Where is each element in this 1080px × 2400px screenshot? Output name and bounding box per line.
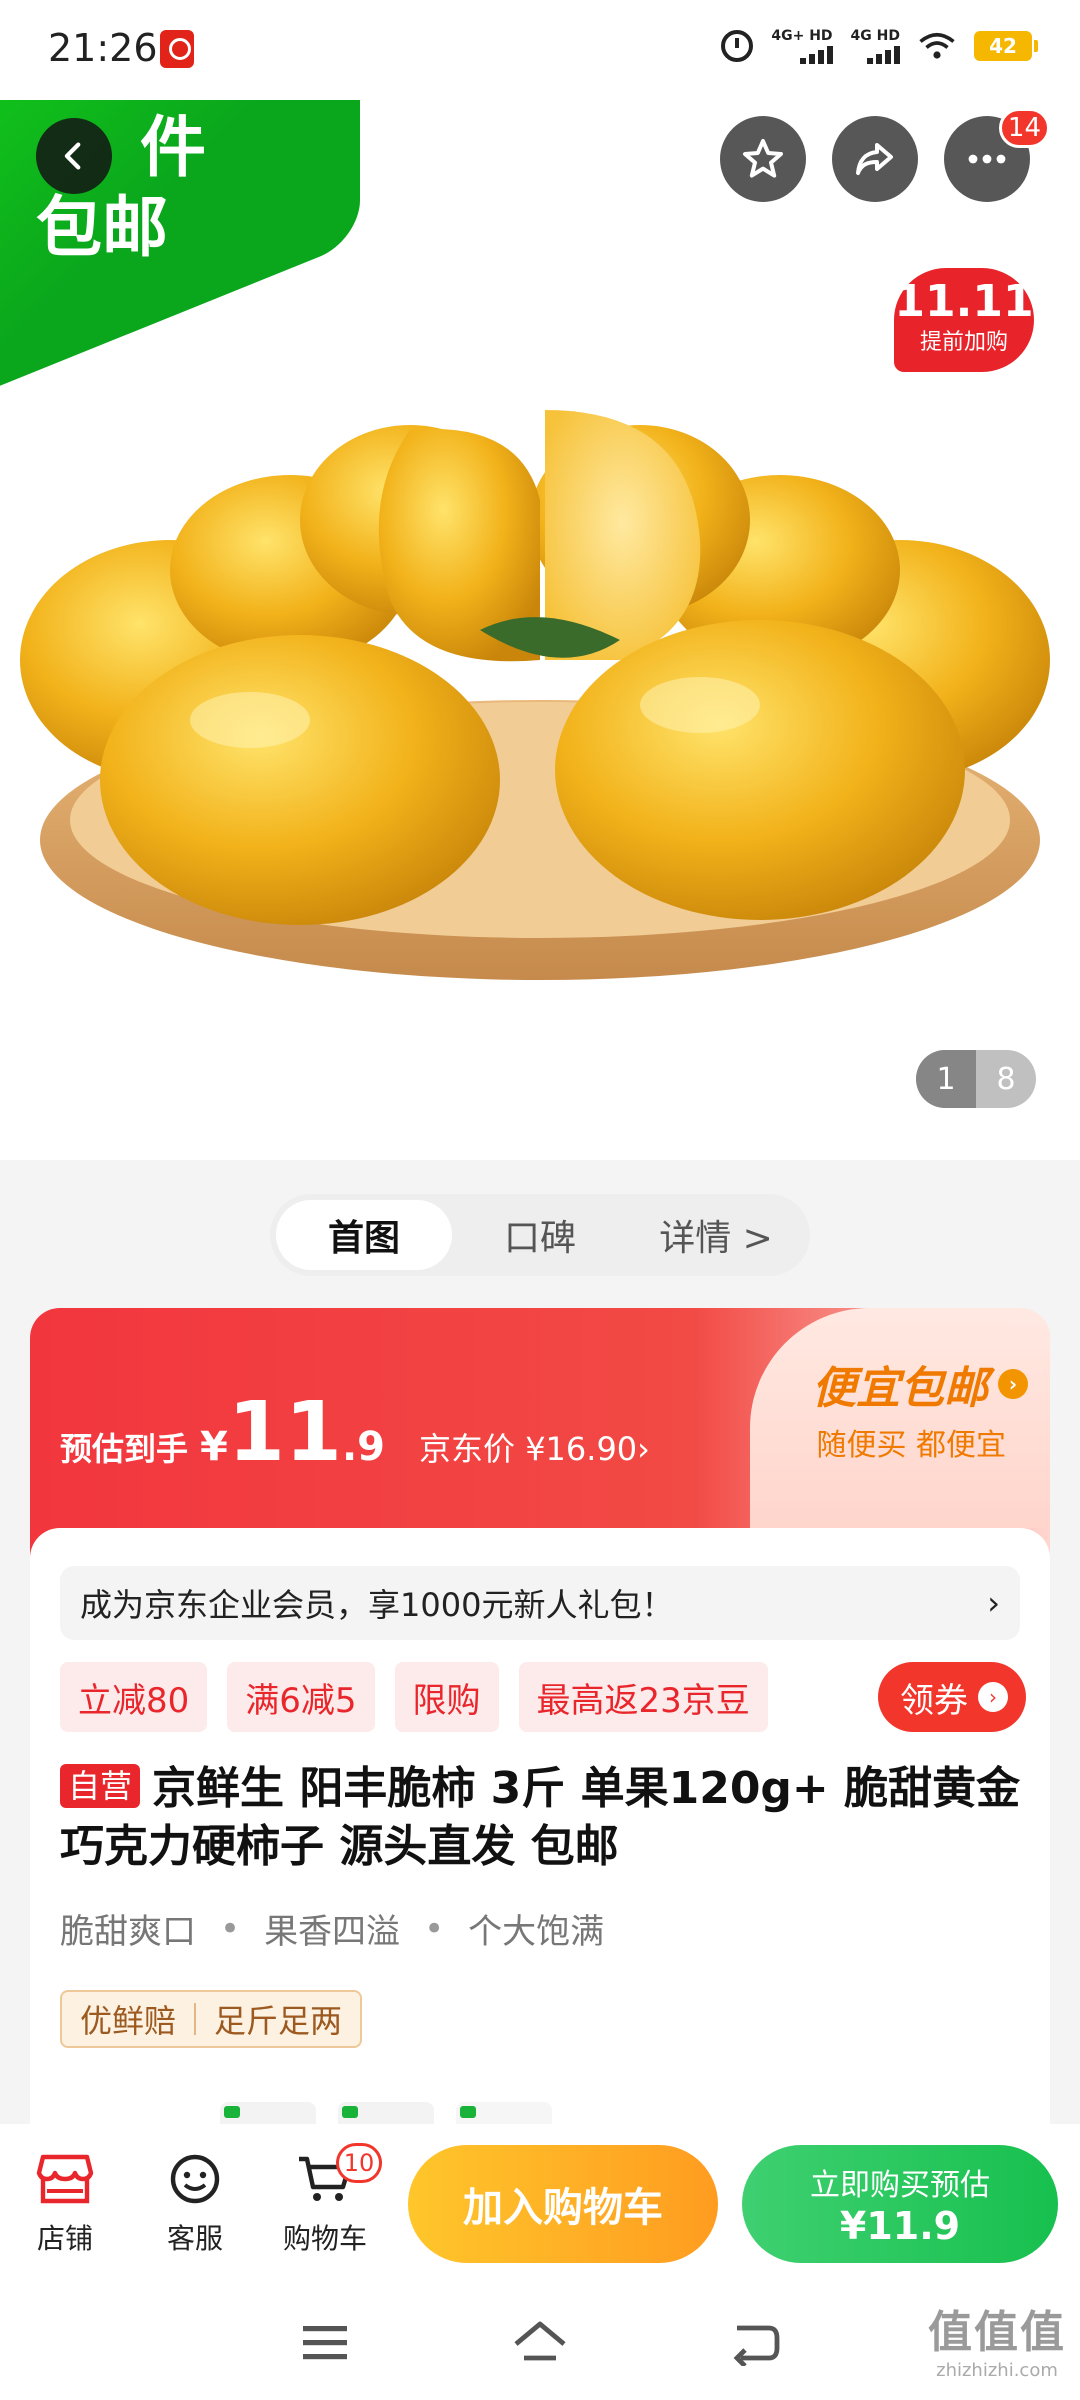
- self-operated-badge: 自营: [60, 1764, 141, 1808]
- signal-1-label: 4G+ HD: [771, 28, 833, 44]
- store-label: 店铺: [36, 2222, 93, 2255]
- guarantee-item: 足斤足两: [214, 2002, 343, 2040]
- cheap-shipping-title-text: 便宜包邮: [812, 1363, 988, 1414]
- bottom-action-bar: 店铺 客服 10 购物车 加入购物车 立即购买预估 ¥11.9: [0, 2124, 1080, 2284]
- top-actions: 14: [720, 108, 1050, 202]
- ribbon-text-line2: 包邮: [36, 189, 168, 266]
- get-coupon-button[interactable]: 领券 ›: [878, 1662, 1026, 1732]
- signal-1: 4G+ HD: [771, 28, 833, 64]
- section-tabs: 首图 口碑 详情 >: [270, 1194, 810, 1276]
- double-eleven-promo-badge[interactable]: 11.11 提前加购: [894, 268, 1034, 372]
- signal-2: 4G HD: [851, 28, 900, 64]
- wifi-icon: [919, 32, 955, 59]
- promo-title: 11.11: [894, 276, 1034, 327]
- feature-item: 脆甜爽口: [60, 1912, 196, 1952]
- coupon-tag[interactable]: 最高返23京豆: [518, 1662, 768, 1732]
- jd-price-link[interactable]: 京东价 ¥16.90›: [419, 1424, 650, 1470]
- cheap-shipping-subtitle: 随便买 都便宜: [816, 1428, 1006, 1463]
- coupon-row: 立减80 满6减5 限购 最高返23京豆 领券 ›: [60, 1662, 1026, 1732]
- estimated-price-label: 预估到手: [60, 1430, 189, 1468]
- cart-count-badge: 10: [336, 2143, 382, 2183]
- store-button[interactable]: 店铺: [0, 2151, 130, 2257]
- back-arrow-icon: [64, 142, 81, 170]
- chevron-right-icon: ›: [987, 1584, 1000, 1622]
- customer-service-icon: [170, 2154, 220, 2204]
- promo-subtitle: 提前加购: [919, 330, 1008, 355]
- menu-icon[interactable]: [299, 2320, 351, 2364]
- app-notification-icon: [160, 30, 194, 68]
- tab-main-image[interactable]: 首图: [276, 1200, 452, 1270]
- store-icon: [36, 2154, 94, 2204]
- feature-separator: •: [220, 1908, 241, 1949]
- image-total: 8: [996, 1061, 1016, 1097]
- system-navigation-bar: [0, 2284, 1080, 2400]
- back-nav-icon[interactable]: [729, 2318, 781, 2366]
- feature-item: 个大饱满: [468, 1912, 605, 1952]
- share-button[interactable]: [832, 116, 918, 202]
- enterprise-member-banner[interactable]: 成为京东企业会员，享1000元新人礼包！ ›: [60, 1566, 1020, 1640]
- price-integer: 11: [227, 1385, 342, 1480]
- get-coupon-label: 领券: [900, 1680, 968, 1721]
- guarantee-item: 优鲜赔: [80, 2002, 177, 2040]
- feature-separator: •: [424, 1908, 445, 1949]
- share-icon: [856, 143, 893, 175]
- cheap-shipping-title[interactable]: 便宜包邮 ›: [812, 1352, 1028, 1416]
- cart-button[interactable]: 10 购物车: [260, 2143, 390, 2257]
- buy-now-label: 立即购买预估: [810, 2168, 990, 2203]
- signal-2-label: 4G HD: [850, 28, 900, 44]
- customer-service-button[interactable]: 客服: [130, 2151, 260, 2257]
- signal-bars-icon: [867, 44, 900, 64]
- signal-bars-icon: [799, 44, 833, 64]
- home-icon[interactable]: [510, 2318, 570, 2366]
- tab-reviews[interactable]: 口碑: [452, 1200, 628, 1270]
- product-title-text: 京鲜生 阳丰脆柿 3斤 单果120g+ 脆甜黄金巧克力硬柿子 源头直发 包邮: [60, 1763, 1021, 1872]
- star-icon: [743, 139, 783, 178]
- product-features: 脆甜爽口 • 果香四溢 • 个大饱满: [60, 1904, 604, 1953]
- service-guarantees[interactable]: 优鲜赔 足斤足两: [60, 1990, 363, 2048]
- more-menu-button[interactable]: 14: [944, 108, 1050, 202]
- alarm-icon: [721, 30, 754, 62]
- status-icons: 4G+ HD 4G HD 42: [721, 28, 1038, 64]
- favorite-button[interactable]: [720, 116, 806, 202]
- tab-details[interactable]: 详情 >: [628, 1200, 804, 1270]
- buy-now-price: ¥11.9: [839, 2204, 961, 2248]
- add-to-cart-button[interactable]: 加入购物车: [408, 2145, 718, 2263]
- persimmon-product-image: [20, 410, 1050, 980]
- image-index: 1: [916, 1050, 976, 1108]
- chevron-right-icon: ›: [978, 1682, 1008, 1712]
- cart-label: 购物车: [282, 2222, 367, 2255]
- product-gallery[interactable]: 件 包邮 14 11.11 提前加购 1 8: [0, 0, 1080, 1160]
- currency-symbol: ¥: [200, 1424, 228, 1470]
- watermark-url: zhizhizhi.com: [936, 2360, 1058, 2381]
- more-dots-icon: [968, 154, 1006, 164]
- price-decimal: .9: [341, 1424, 386, 1470]
- status-bar: 21:26 4G+ HD 4G HD 42: [0, 0, 1080, 100]
- watermark-logo: 值值值 zhizhizhi.com: [928, 2296, 1066, 2381]
- coupon-tag[interactable]: 立减80: [60, 1662, 208, 1732]
- coupon-tag[interactable]: 限购: [394, 1662, 499, 1732]
- status-time: 21:26: [48, 26, 158, 70]
- product-title: 自营 京鲜生 阳丰脆柿 3斤 单果120g+ 脆甜黄金巧克力硬柿子 源头直发 包邮: [60, 1760, 1030, 1876]
- message-count-badge: 14: [998, 108, 1050, 148]
- cheap-shipping-panel[interactable]: [750, 1308, 1050, 1528]
- watermark-text: 值值值: [928, 2307, 1066, 2358]
- price-row: 预估到手 ¥ 11 .9 京东价 ¥16.90›: [60, 1388, 650, 1478]
- service-label: 客服: [166, 2222, 223, 2255]
- chevron-right-icon: ›: [998, 1369, 1028, 1399]
- feature-item: 果香四溢: [264, 1912, 401, 1952]
- member-banner-text: 成为京东企业会员，享1000元新人礼包！: [80, 1586, 674, 1624]
- battery-icon: 42: [974, 31, 1038, 61]
- buy-now-button[interactable]: 立即购买预估 ¥11.9: [742, 2145, 1058, 2263]
- coupon-tag[interactable]: 满6减5: [227, 1662, 375, 1732]
- image-pager: 1 8: [916, 1050, 1036, 1108]
- back-button[interactable]: [36, 118, 112, 194]
- product-info-sheet: 成为京东企业会员，享1000元新人礼包！ › 立减80 满6减5 限购 最高返2…: [30, 1528, 1050, 2128]
